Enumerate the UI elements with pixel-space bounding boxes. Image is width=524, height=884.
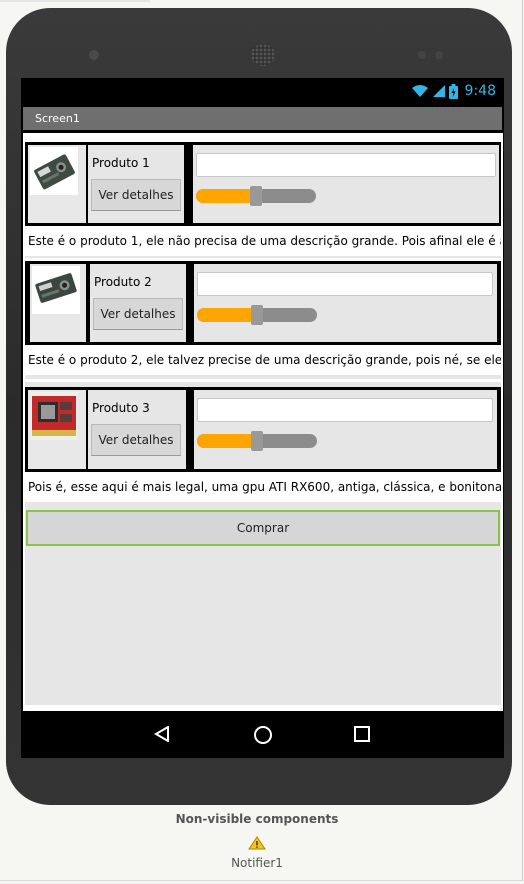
- front-camera-icon: [89, 50, 99, 60]
- ver-detalhes-button-3[interactable]: Ver detalhes: [91, 424, 181, 456]
- android-nav-bar: [21, 711, 504, 758]
- product-textbox-3[interactable]: [197, 398, 493, 422]
- product-name-1: Produto 1: [92, 156, 150, 170]
- product-row-3: Produto 3 Ver detalhes: [25, 387, 501, 472]
- product-controls-cell: [194, 264, 497, 342]
- slider-fill: [197, 434, 257, 448]
- product-description-3: Pois é, esse aqui é mais legal, uma gpu …: [25, 472, 501, 502]
- slider-thumb[interactable]: [250, 186, 262, 206]
- product-image-cell: [28, 145, 86, 223]
- product-row-1: Produto 1 Ver detalhes: [25, 142, 501, 226]
- phone-frame: 9:48 Screen1 Produto 1 Ver detalhes Este…: [6, 8, 512, 805]
- gpu-card-image: [30, 392, 78, 440]
- product-image-cell: [30, 264, 86, 342]
- speaker-grille-icon: [251, 44, 275, 66]
- status-bar: 9:48: [21, 78, 504, 106]
- slider-thumb[interactable]: [251, 305, 263, 325]
- product-slider-3[interactable]: [197, 431, 317, 451]
- product-textbox-2[interactable]: [197, 272, 493, 296]
- product-image-1: [30, 147, 78, 195]
- comprar-button[interactable]: Comprar: [26, 510, 500, 546]
- ver-detalhes-button-1[interactable]: Ver detalhes: [91, 179, 181, 211]
- battery-icon: [448, 83, 458, 99]
- product-name-2: Produto 2: [94, 275, 152, 289]
- product-info-cell: Produto 2 Ver detalhes: [90, 264, 186, 342]
- sensor-icon: [435, 51, 443, 59]
- product-name-3: Produto 3: [92, 401, 150, 415]
- non-visible-components-title: Non-visible components: [175, 812, 339, 826]
- product-textbox-1[interactable]: [196, 153, 496, 177]
- phone-screen: 9:48 Screen1 Produto 1 Ver detalhes Este…: [21, 78, 504, 758]
- screen-title: Screen1: [35, 112, 80, 125]
- back-icon[interactable]: [154, 726, 170, 742]
- ver-detalhes-button-2[interactable]: Ver detalhes: [93, 298, 183, 330]
- app-content: Produto 1 Ver detalhes Este é o produto …: [23, 133, 503, 711]
- sensor-icon: [418, 51, 426, 59]
- product-image-3: [30, 392, 78, 440]
- product-image-2: [32, 266, 80, 314]
- product-info-cell: Produto 3 Ver detalhes: [88, 390, 186, 469]
- slider-fill: [196, 189, 256, 203]
- home-icon[interactable]: [254, 726, 272, 744]
- product-description-2: Este é o produto 2, ele talvez precise d…: [25, 345, 501, 375]
- product-controls-cell: [194, 390, 497, 469]
- audio-di-box-image: [30, 147, 78, 195]
- audio-di-box-image: [32, 266, 80, 314]
- notifier-label[interactable]: Notifier1: [0, 856, 514, 870]
- app-area: Produto 1 Ver detalhes Este é o produto …: [25, 139, 501, 705]
- product-slider-2[interactable]: [197, 305, 317, 325]
- product-row-2: Produto 2 Ver detalhes: [25, 261, 501, 345]
- slider-fill: [197, 308, 257, 322]
- screen-title-bar: Screen1: [23, 107, 502, 130]
- wifi-icon: [411, 85, 428, 97]
- recent-apps-icon[interactable]: [354, 726, 370, 742]
- status-clock: 9:48: [464, 83, 496, 99]
- product-image-cell: [28, 390, 86, 469]
- divider: [25, 379, 501, 382]
- product-controls-cell: [193, 145, 499, 223]
- product-info-cell: Produto 1 Ver detalhes: [88, 145, 184, 223]
- warning-icon[interactable]: [248, 836, 266, 850]
- product-description-1: Este é o produto 1, ele não precisa de u…: [25, 226, 501, 256]
- slider-thumb[interactable]: [251, 431, 263, 451]
- signal-icon: [432, 85, 445, 97]
- product-slider-1[interactable]: [196, 186, 316, 206]
